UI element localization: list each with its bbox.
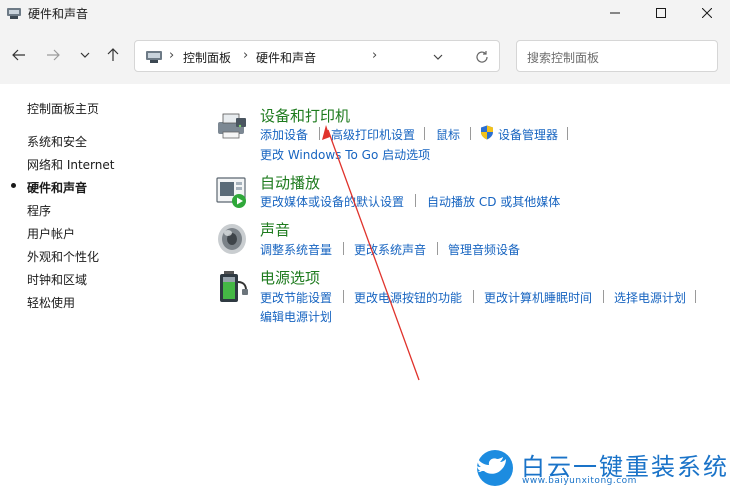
back-button[interactable]	[8, 44, 30, 66]
forward-button[interactable]	[42, 44, 64, 66]
search-input[interactable]: 搜索控制面板	[516, 40, 718, 72]
category-title-autoplay[interactable]: 自动播放	[260, 172, 320, 193]
breadcrumb-separator: ›	[169, 48, 175, 63]
chevron-down-icon	[433, 54, 443, 60]
link-separator	[424, 127, 425, 140]
link-mouse[interactable]: 鼠标	[436, 126, 460, 143]
autoplay-icon	[216, 177, 246, 208]
sidebar: 控制面板主页 系统和安全 网络和 Internet 硬件和声音 程序 用户帐户 …	[0, 84, 200, 493]
sidebar-item-programs[interactable]: 程序	[27, 202, 51, 219]
link-manage-audio-devices[interactable]: 管理音频设备	[448, 241, 520, 258]
sidebar-item-hardware-sound[interactable]: 硬件和声音	[27, 179, 87, 196]
active-item-bullet	[11, 183, 16, 188]
search-placeholder: 搜索控制面板	[527, 51, 600, 65]
control-panel-icon	[7, 8, 21, 19]
watermark-url: www.baiyunxitong.com	[522, 476, 637, 486]
link-edit-power-plan[interactable]: 编辑电源计划	[260, 308, 332, 325]
minimize-button[interactable]	[592, 0, 638, 26]
window-title: 硬件和声音	[28, 7, 89, 21]
maximize-button[interactable]	[638, 0, 684, 26]
uac-shield-icon	[481, 125, 493, 140]
sidebar-item-home[interactable]: 控制面板主页	[27, 100, 99, 117]
link-adjust-volume[interactable]: 调整系统音量	[260, 241, 332, 258]
link-change-power-saving[interactable]: 更改节能设置	[260, 289, 332, 306]
recent-locations-button[interactable]	[74, 44, 96, 66]
up-button[interactable]	[102, 44, 124, 66]
battery-icon	[220, 271, 248, 302]
speaker-icon	[218, 224, 246, 254]
sidebar-item-system-security[interactable]: 系统和安全	[27, 133, 87, 150]
breadcrumb-control-panel[interactable]: 控制面板	[183, 49, 231, 66]
address-dropdown-button[interactable]	[431, 50, 445, 64]
maximize-icon	[656, 8, 666, 18]
link-separator	[603, 290, 604, 303]
link-autoplay-cd[interactable]: 自动播放 CD 或其他媒体	[427, 193, 560, 210]
category-title-power-options[interactable]: 电源选项	[260, 267, 320, 288]
title-bar: 硬件和声音	[0, 0, 730, 26]
link-separator	[437, 242, 438, 255]
link-separator	[415, 194, 416, 207]
breadcrumb-separator: ›	[243, 48, 249, 63]
link-advanced-printer-settings[interactable]: 高级打印机设置	[331, 126, 415, 143]
link-separator	[470, 127, 471, 140]
refresh-icon	[476, 51, 488, 63]
link-choose-power-plan[interactable]: 选择电源计划	[614, 289, 686, 306]
breadcrumb-separator: ›	[372, 48, 378, 63]
arrow-left-icon	[12, 49, 25, 61]
sidebar-item-clock-region[interactable]: 时钟和区域	[27, 271, 87, 288]
link-windows-to-go[interactable]: 更改 Windows To Go 启动选项	[260, 146, 430, 163]
sidebar-item-appearance[interactable]: 外观和个性化	[27, 248, 99, 265]
link-add-device[interactable]: 添加设备	[260, 126, 308, 143]
watermark-logo-icon	[477, 450, 513, 486]
link-change-sleep-time[interactable]: 更改计算机睡眠时间	[484, 289, 592, 306]
link-separator	[567, 127, 568, 140]
link-separator	[343, 290, 344, 303]
minimize-icon	[610, 12, 620, 14]
printer-icon	[218, 113, 246, 139]
link-separator	[343, 242, 344, 255]
breadcrumb-hardware-sound[interactable]: 硬件和声音	[256, 49, 316, 66]
refresh-button[interactable]	[473, 48, 491, 66]
sidebar-item-ease-of-access[interactable]: 轻松使用	[27, 294, 75, 311]
close-button[interactable]	[684, 0, 730, 26]
link-separator	[319, 127, 320, 140]
link-separator	[695, 290, 696, 303]
link-change-media-defaults[interactable]: 更改媒体或设备的默认设置	[260, 193, 404, 210]
category-title-devices-printers[interactable]: 设备和打印机	[260, 105, 350, 126]
link-device-manager[interactable]: 设备管理器	[498, 126, 558, 143]
arrow-right-icon	[47, 49, 60, 61]
close-icon	[702, 8, 712, 18]
link-separator	[473, 290, 474, 303]
category-title-sound[interactable]: 声音	[260, 219, 290, 240]
address-bar[interactable]: › 控制面板 › 硬件和声音 ›	[134, 40, 500, 72]
navigation-bar: › 控制面板 › 硬件和声音 › 搜索控制面板	[0, 26, 730, 84]
control-panel-icon	[146, 51, 162, 63]
sidebar-item-network[interactable]: 网络和 Internet	[27, 156, 114, 173]
link-change-power-buttons[interactable]: 更改电源按钮的功能	[354, 289, 462, 306]
link-change-system-sounds[interactable]: 更改系统声音	[354, 241, 426, 258]
sidebar-item-user-accounts[interactable]: 用户帐户	[27, 225, 75, 242]
arrow-up-icon	[107, 48, 119, 61]
chevron-down-icon	[80, 52, 90, 58]
